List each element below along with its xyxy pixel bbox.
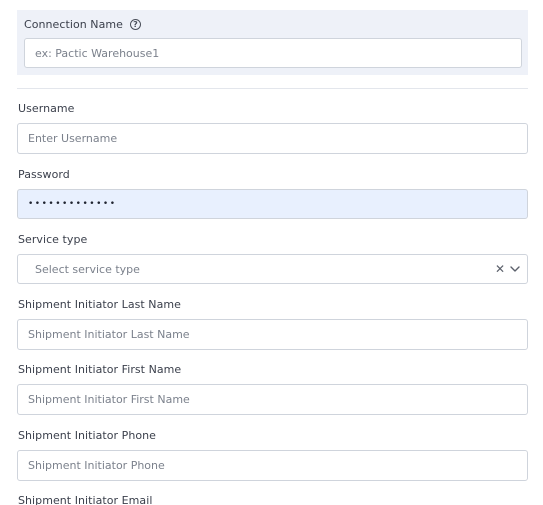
initiator-phone-input[interactable]: Shipment Initiator Phone [17, 450, 528, 481]
select-controls: ✕ [495, 263, 521, 275]
help-circle-icon[interactable]: ? [129, 18, 141, 30]
connection-name-input[interactable]: ex: Pactic Warehouse1 [24, 38, 522, 68]
connection-name-label: Connection Name [24, 17, 123, 31]
initiator-email-label: Shipment Initiator Email [18, 494, 153, 505]
connection-name-section: Connection Name ? ex: Pactic Warehouse1 [17, 10, 528, 75]
initiator-last-name-label: Shipment Initiator Last Name [18, 298, 181, 311]
close-icon[interactable]: ✕ [495, 263, 505, 275]
service-type-label: Service type [18, 233, 88, 246]
service-type-placeholder: Select service type [35, 262, 140, 276]
initiator-phone-label: Shipment Initiator Phone [18, 429, 156, 442]
connection-name-label-row: Connection Name ? [24, 16, 141, 32]
username-input[interactable]: Enter Username [17, 123, 528, 154]
chevron-down-icon[interactable] [509, 263, 521, 275]
service-type-select[interactable]: Select service type ✕ [17, 254, 528, 284]
initiator-last-name-input[interactable]: Shipment Initiator Last Name [17, 319, 528, 350]
connection-form: Connection Name ? ex: Pactic Warehouse1 … [0, 0, 543, 505]
password-input[interactable]: ••••••••••••• [17, 189, 528, 219]
section-divider [17, 88, 528, 89]
password-label: Password [18, 168, 70, 181]
initiator-first-name-input[interactable]: Shipment Initiator First Name [17, 384, 528, 415]
username-label: Username [18, 102, 75, 115]
initiator-first-name-label: Shipment Initiator First Name [18, 363, 182, 376]
